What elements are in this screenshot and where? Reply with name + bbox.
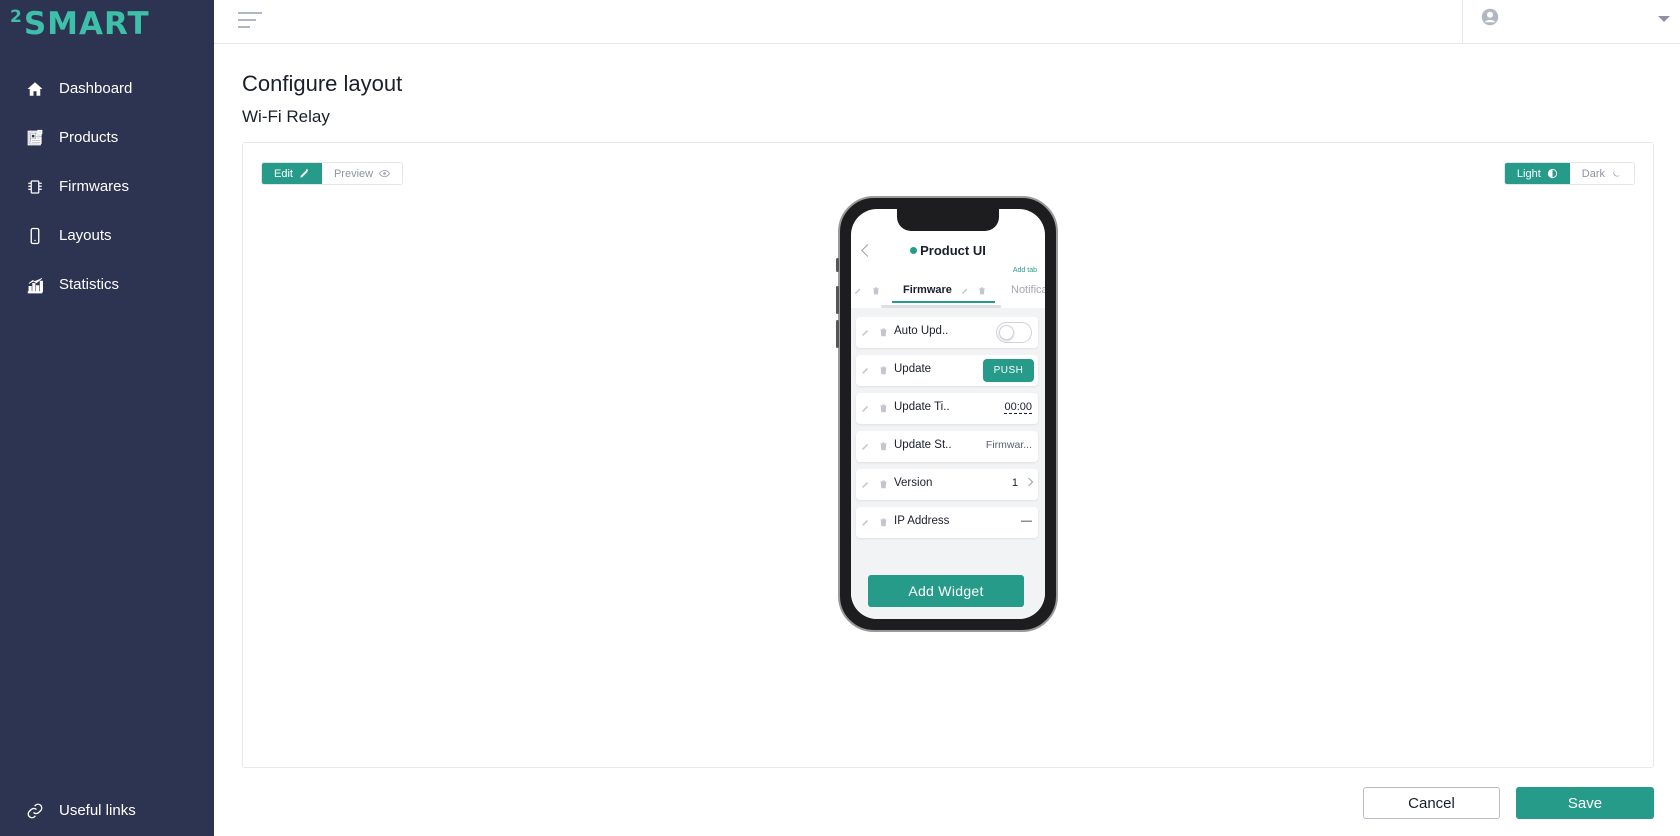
sidebar-item-label: Firmwares	[59, 178, 129, 195]
time-value[interactable]: 00:00	[1004, 401, 1032, 414]
page-title: Configure layout	[242, 71, 403, 96]
sidebar-item-statistics[interactable]: Statistics	[0, 260, 214, 309]
contrast-icon	[1547, 168, 1557, 179]
sidebar-item-label: Products	[59, 129, 119, 146]
trash-icon[interactable]	[879, 442, 888, 451]
phone-title: Product UI	[851, 243, 1045, 258]
phone-screen: Product UI Add tab Firmware Notifica Aut…	[851, 209, 1045, 619]
sidebar-item-useful-links[interactable]: Useful links	[0, 786, 214, 835]
sidebar-item-label: Dashboard	[59, 80, 133, 97]
widget-ip-address[interactable]: IP Address —	[856, 507, 1038, 538]
widget-version[interactable]: Version 1	[856, 469, 1038, 500]
trash-icon[interactable]	[879, 518, 888, 527]
sidebar-nav: Dashboard Products Firmwares Layouts Sta…	[0, 64, 214, 309]
sidebar: 2SMART Dashboard Products Firmwares Layo…	[0, 0, 214, 836]
widget-label: Version	[894, 477, 933, 489]
edit-mode-button[interactable]: Edit	[262, 163, 322, 184]
trash-icon[interactable]	[879, 404, 888, 413]
layout-editor-card: Edit Preview Light Dark Product UI Add t…	[242, 142, 1654, 768]
brand-logo[interactable]: 2SMART	[10, 6, 150, 42]
pencil-icon[interactable]	[861, 518, 870, 527]
widget-value: —	[1021, 515, 1032, 527]
pencil-icon	[300, 168, 309, 178]
auto-update-toggle[interactable]	[996, 322, 1032, 343]
pencil-icon[interactable]	[861, 442, 870, 451]
user-menu[interactable]	[1462, 0, 1680, 44]
page-subtitle: Wi-Fi Relay	[242, 107, 330, 126]
home-icon	[27, 81, 43, 96]
trash-icon[interactable]	[978, 287, 986, 295]
products-icon	[27, 129, 43, 145]
bar-chart-icon	[27, 277, 43, 293]
widget-value: 1	[1012, 477, 1034, 489]
widget-value: Firmwar...	[985, 439, 1032, 451]
tab-firmware[interactable]: Firmware	[892, 279, 995, 303]
pencil-icon[interactable]	[861, 366, 870, 375]
widget-update-status[interactable]: Update St.. Firmwar...	[856, 431, 1038, 462]
trash-icon[interactable]	[879, 366, 888, 375]
top-bar	[214, 0, 1680, 44]
chevron-right-icon	[1024, 477, 1034, 487]
widget-label: Update Ti..	[894, 401, 950, 413]
smartphone-icon	[30, 227, 40, 244]
phone-tabs: Firmware Notifica	[851, 279, 1045, 303]
phone-preview: Product UI Add tab Firmware Notifica Aut…	[836, 196, 1058, 632]
pencil-icon[interactable]	[961, 287, 969, 295]
phone-side-button	[836, 258, 839, 272]
sidebar-item-label: Statistics	[59, 276, 120, 293]
sidebar-item-layouts[interactable]: Layouts	[0, 211, 214, 260]
phone-side-button	[836, 286, 839, 314]
save-button[interactable]: Save	[1516, 787, 1654, 819]
phone-side-button	[836, 320, 839, 348]
trash-icon[interactable]	[879, 480, 888, 489]
light-theme-button[interactable]: Light	[1504, 163, 1570, 184]
moon-icon	[1613, 169, 1621, 177]
menu-toggle-icon[interactable]	[238, 12, 262, 32]
chevron-down-icon	[1658, 16, 1670, 22]
eye-icon	[379, 169, 391, 178]
pencil-icon[interactable]	[861, 328, 870, 337]
sidebar-item-firmwares[interactable]: Firmwares	[0, 162, 214, 211]
trash-icon[interactable]	[879, 328, 888, 337]
phone-notch	[897, 209, 999, 231]
user-avatar-icon	[1481, 8, 1499, 26]
sidebar-item-products[interactable]: Products	[0, 113, 214, 162]
widget-update[interactable]: Update PUSH	[856, 355, 1038, 386]
push-button[interactable]: PUSH	[983, 359, 1034, 382]
pencil-icon[interactable]	[854, 287, 862, 295]
widget-update-time[interactable]: Update Ti.. 00:00	[856, 393, 1038, 424]
chip-icon	[28, 179, 42, 194]
mode-toggle: Edit Preview	[261, 162, 404, 185]
dark-theme-button[interactable]: Dark	[1569, 163, 1634, 184]
widget-list: Auto Upd.. Update PUSH Update Ti.. 00:00	[851, 308, 1045, 619]
widget-label: IP Address	[894, 515, 950, 527]
tab-notifications[interactable]: Notifica	[1011, 284, 1045, 296]
preview-mode-button[interactable]: Preview	[321, 163, 403, 184]
pencil-icon[interactable]	[861, 404, 870, 413]
widget-auto-update[interactable]: Auto Upd..	[856, 317, 1038, 348]
widget-label: Update	[894, 363, 932, 375]
theme-toggle: Light Dark	[1503, 162, 1635, 185]
status-dot	[910, 247, 918, 254]
widget-label: Auto Upd..	[894, 325, 949, 337]
widget-label: Update St..	[894, 439, 952, 451]
sidebar-item-dashboard[interactable]: Dashboard	[0, 64, 214, 113]
trash-icon[interactable]	[872, 287, 880, 295]
pencil-icon[interactable]	[861, 480, 870, 489]
sidebar-bottom: Useful links	[0, 786, 214, 835]
sidebar-item-label: Layouts	[59, 227, 112, 244]
link-icon	[27, 803, 43, 818]
cancel-button[interactable]: Cancel	[1363, 787, 1500, 819]
sidebar-item-label: Useful links	[59, 802, 136, 819]
add-tab-link[interactable]: Add tab	[1013, 267, 1037, 274]
add-widget-button[interactable]: Add Widget	[868, 575, 1024, 607]
